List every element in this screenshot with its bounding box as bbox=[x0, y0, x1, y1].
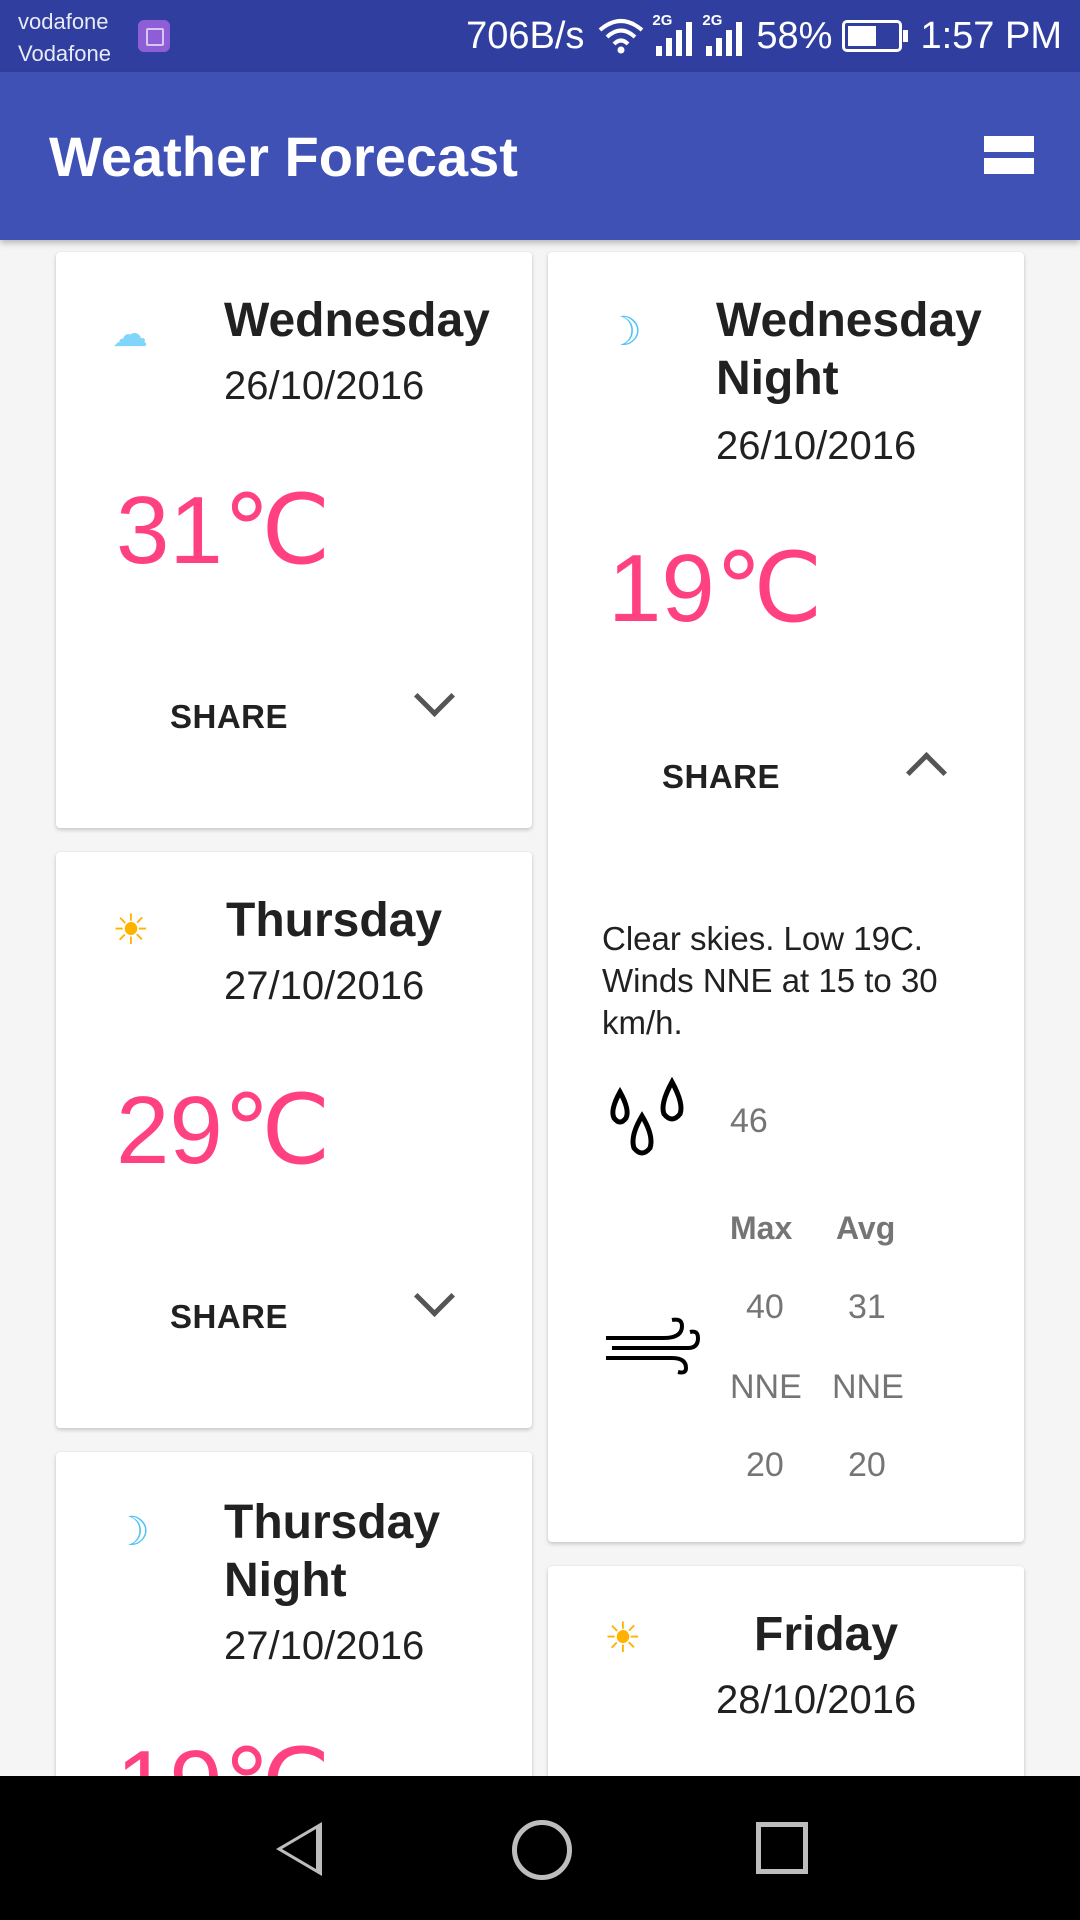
gallery-notification-icon bbox=[138, 20, 170, 52]
humidity-value: 46 bbox=[730, 1102, 768, 1141]
day-label: Wednesday bbox=[224, 292, 490, 350]
wind-icon bbox=[602, 1316, 702, 1376]
wind-max-direction: NNE bbox=[730, 1368, 802, 1407]
forecast-description: Clear skies. Low 19C. Winds NNE at 15 to… bbox=[602, 918, 982, 1044]
home-icon[interactable] bbox=[512, 1820, 572, 1880]
forecast-card-wednesday-night[interactable]: ☽ Wednesday Night 26/10/2016 19℃ SHARE C… bbox=[548, 252, 1024, 1542]
sun-icon: ☀ bbox=[112, 910, 150, 950]
status-bar: vodafone Vodafone 706B/s 2G 2G 58% 1:57 … bbox=[0, 0, 1080, 72]
temperature: 31℃ bbox=[116, 476, 331, 586]
date-label: 27/10/2016 bbox=[224, 1622, 424, 1670]
day-label: Wednesday Night bbox=[716, 292, 982, 408]
humidity-icon bbox=[606, 1074, 692, 1170]
recent-apps-icon[interactable] bbox=[756, 1822, 808, 1874]
chevron-up-icon[interactable] bbox=[906, 752, 947, 793]
day-label: Thursday bbox=[226, 892, 442, 950]
network-speed: 706B/s bbox=[466, 15, 584, 58]
battery-icon bbox=[842, 20, 902, 52]
battery-percent: 58% bbox=[756, 15, 832, 58]
chevron-down-icon[interactable] bbox=[414, 676, 455, 717]
date-label: 27/10/2016 bbox=[224, 962, 424, 1010]
day-label: Thursday Night bbox=[224, 1494, 440, 1610]
wind-avg-direction: NNE bbox=[832, 1368, 904, 1407]
temperature: 19℃ bbox=[608, 534, 823, 644]
day-label: Friday bbox=[754, 1606, 898, 1664]
chevron-down-icon[interactable] bbox=[414, 1276, 455, 1317]
app-title: Weather Forecast bbox=[49, 124, 518, 189]
forecast-card-wednesday[interactable]: ☁ Wednesday 26/10/2016 31℃ SHARE bbox=[56, 252, 532, 828]
date-label: 26/10/2016 bbox=[716, 422, 916, 470]
signal-icon-1: 2G bbox=[656, 16, 696, 56]
partly-cloudy-icon: ☁ bbox=[112, 314, 148, 354]
wind-max-gust: 20 bbox=[746, 1446, 784, 1485]
wind-avg-speed: 31 bbox=[848, 1288, 886, 1327]
wind-header-avg: Avg bbox=[836, 1210, 895, 1247]
menu-icon[interactable] bbox=[984, 136, 1034, 176]
moon-icon: ☽ bbox=[606, 312, 642, 352]
wind-avg-gust: 20 bbox=[848, 1446, 886, 1485]
date-label: 26/10/2016 bbox=[224, 362, 424, 410]
carrier-label: vodafone Vodafone bbox=[18, 6, 111, 70]
moon-icon: ☽ bbox=[114, 1512, 150, 1552]
clock: 1:57 PM bbox=[920, 15, 1062, 58]
forecast-card-thursday[interactable]: ☀ Thursday 27/10/2016 29℃ SHARE bbox=[56, 852, 532, 1428]
back-icon[interactable] bbox=[276, 1822, 322, 1876]
date-label: 28/10/2016 bbox=[716, 1676, 916, 1724]
wind-header-max: Max bbox=[730, 1210, 792, 1247]
sun-icon: ☀ bbox=[604, 1618, 642, 1658]
wifi-icon bbox=[596, 16, 646, 56]
share-button[interactable]: SHARE bbox=[170, 698, 288, 736]
share-button[interactable]: SHARE bbox=[170, 1298, 288, 1336]
wind-max-speed: 40 bbox=[746, 1288, 784, 1327]
share-button[interactable]: SHARE bbox=[662, 758, 780, 796]
temperature: 29℃ bbox=[116, 1076, 331, 1186]
signal-icon-2: 2G bbox=[706, 16, 746, 56]
app-bar: Weather Forecast bbox=[0, 72, 1080, 240]
